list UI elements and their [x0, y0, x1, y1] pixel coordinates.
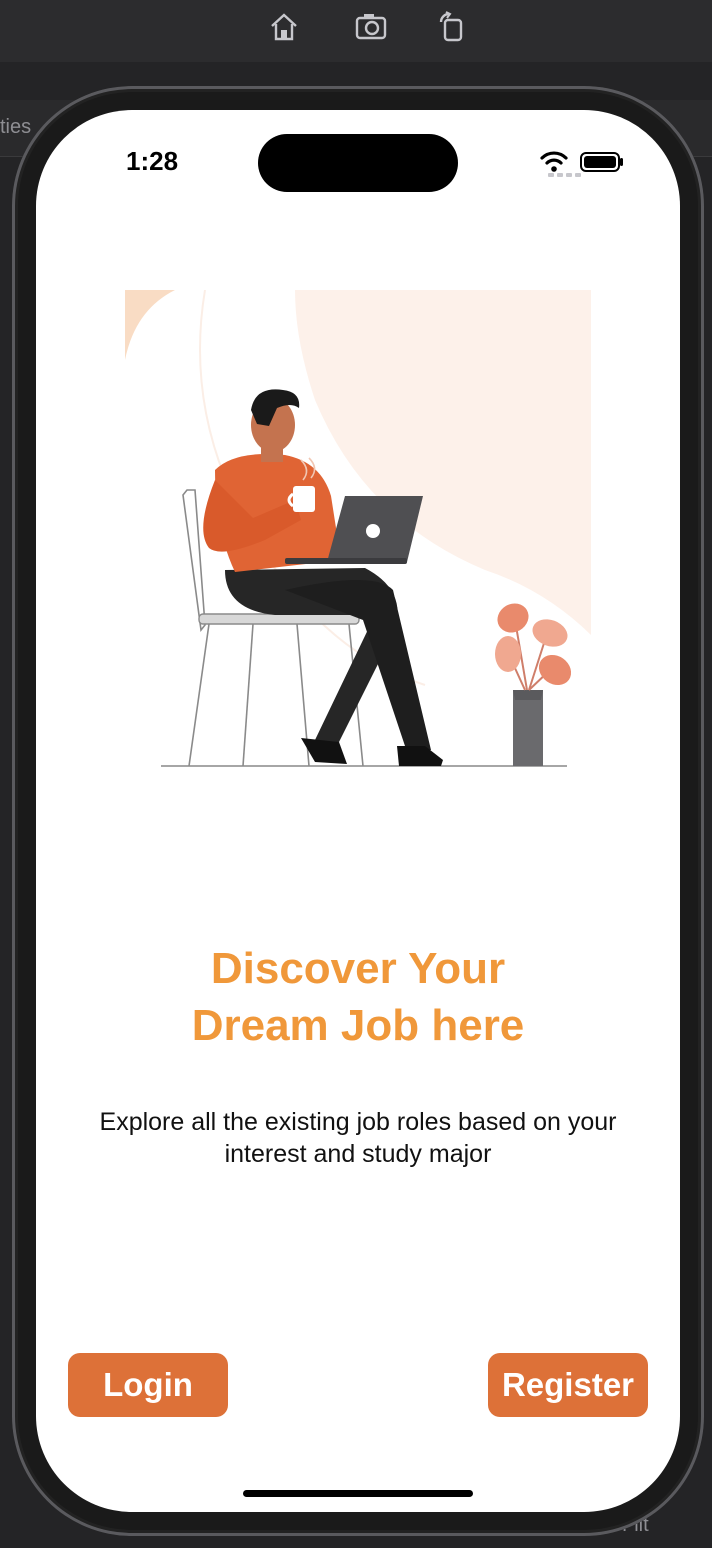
- screenshot-icon[interactable]: [355, 10, 389, 44]
- page-title: Discover Your Dream Job here: [36, 940, 680, 1054]
- register-button[interactable]: Register: [488, 1353, 648, 1417]
- battery-icon: [580, 152, 623, 172]
- app-screen: 1:28 Discover Your Dream Job here Explor…: [36, 110, 680, 1512]
- wifi-icon: [540, 151, 568, 172]
- headline-line-2: Dream Job here: [191, 1001, 525, 1050]
- page-subtitle: Explore all the existing job roles based…: [66, 1106, 650, 1170]
- background-tab-text: ties: [0, 116, 32, 138]
- subtitle-line-2: interest and study major: [224, 1140, 492, 1168]
- login-button[interactable]: Login: [68, 1353, 228, 1417]
- status-time: 1:28: [126, 146, 179, 176]
- home-indicator[interactable]: [243, 1490, 473, 1497]
- subtitle-line-1: Explore all the existing job roles based…: [99, 1108, 617, 1136]
- headline-line-1: Discover Your: [210, 944, 506, 993]
- home-icon[interactable]: [267, 10, 301, 44]
- simulator-toolbar: [0, 0, 712, 63]
- dynamic-island: [258, 134, 458, 192]
- person-working-on-laptop-illustration: [125, 290, 591, 770]
- rotate-icon[interactable]: [435, 10, 469, 44]
